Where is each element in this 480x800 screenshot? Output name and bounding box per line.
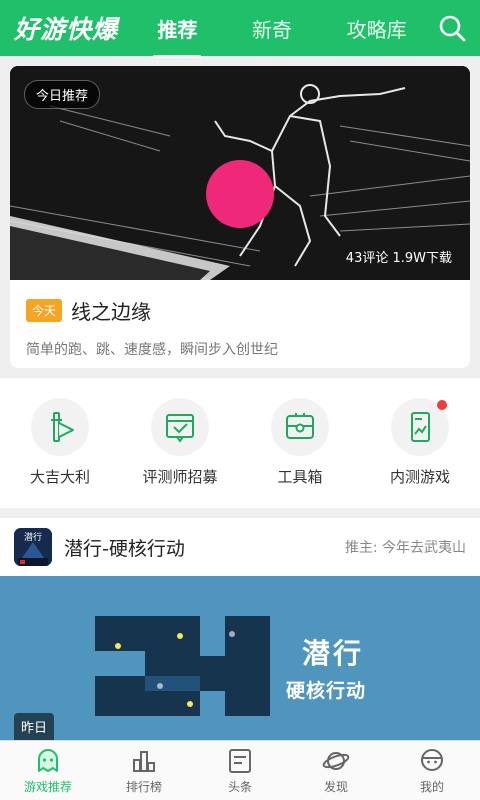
toolbox-icon [271, 398, 329, 456]
featured-title-row: 今天 线之边缘 [10, 280, 470, 325]
app-logo: 好游快爆 [14, 15, 119, 44]
featured-artwork: 今日推荐 43评论 1.9W下载 [10, 66, 470, 280]
ranking-icon [133, 750, 155, 772]
today-tag: 今天 [26, 299, 63, 322]
nav-label: 排行榜 [125, 779, 162, 794]
quick-entry-label: 大吉大利 [29, 468, 90, 486]
nav-game-recommend[interactable]: 游戏推荐 [0, 741, 96, 800]
quick-entry-beta-games[interactable]: 内测游戏 [365, 398, 475, 487]
nav-label: 发现 [323, 779, 348, 794]
quick-entry-toolbox[interactable]: 工具箱 [245, 398, 355, 487]
search-icon[interactable] [438, 14, 466, 42]
game-banner[interactable]: 潜行 硬核行动 昨日 [0, 576, 480, 740]
quick-entry-label: 工具箱 [277, 468, 323, 486]
nav-profile[interactable]: 我的 [384, 741, 480, 800]
quick-entry-dajidali[interactable]: 大吉大利 [5, 398, 115, 487]
bottom-navigation: 游戏推荐 排行榜 头条 发现 我的 [0, 740, 480, 800]
nav-discover[interactable]: 发现 [288, 741, 384, 800]
nav-label: 头条 [227, 779, 252, 794]
game-icon-text: 潜行 [24, 533, 43, 543]
game-card-header: 潜行 潜行-硬核行动 推主: 今年去武夷山 [0, 518, 480, 576]
featured-game-card[interactable]: 今日推荐 43评论 1.9W下载 今天 线之边缘 简单的跑、跳、速度感，瞬间步入… [10, 66, 470, 368]
featured-game-description: 简单的跑、跳、速度感，瞬间步入创世纪 [26, 342, 278, 358]
top-app-bar: 好游快爆 推荐 新奇 攻略库 [0, 0, 480, 58]
game-recommend-card[interactable]: 潜行 潜行-硬核行动 推主: 今年去武夷山 潜行 硬核行动 昨日 [0, 518, 480, 740]
nav-label: 游戏推荐 [23, 779, 72, 794]
nav-ranking[interactable]: 排行榜 [96, 741, 192, 800]
tab-novel[interactable]: 新奇 [244, 8, 300, 49]
new-indicator-dot [437, 400, 447, 410]
game-card-title[interactable]: 潜行-硬核行动 [64, 534, 345, 561]
review-icon [151, 398, 209, 456]
banner-title-line1: 潜行 [302, 637, 365, 670]
banner-title-line2: 硬核行动 [286, 680, 367, 702]
gift-play-icon [31, 398, 89, 456]
game-app-icon[interactable]: 潜行 [14, 528, 52, 566]
top-tabs: 推荐 新奇 攻略库 [130, 8, 480, 58]
quick-entry-label: 内测游戏 [389, 468, 450, 486]
yesterday-label: 昨日 [14, 713, 55, 740]
featured-game-title[interactable]: 线之边缘 [71, 296, 151, 325]
game-recommender: 推主: 今年去武夷山 [344, 540, 466, 556]
nav-news[interactable]: 头条 [192, 741, 288, 800]
tab-recommend[interactable]: 推荐 [149, 8, 205, 58]
quick-entry-label: 评测师招募 [142, 468, 218, 486]
game-banner-illustration [0, 576, 480, 740]
featured-stats: 43评论 1.9W下载 [345, 251, 452, 266]
tab-guides[interactable]: 攻略库 [339, 8, 415, 49]
quick-entry-review-recruit[interactable]: 评测师招募 [125, 398, 235, 487]
planet-icon [322, 751, 350, 770]
quick-entry-row: 大吉大利 评测师招募 工具箱 内测游戏 [0, 378, 480, 508]
ghost-icon [38, 748, 58, 772]
today-recommend-badge: 今日推荐 [24, 80, 101, 109]
profile-icon [421, 748, 443, 771]
news-icon [229, 748, 251, 773]
nav-label: 我的 [419, 779, 444, 794]
beta-phone-icon [391, 398, 449, 456]
